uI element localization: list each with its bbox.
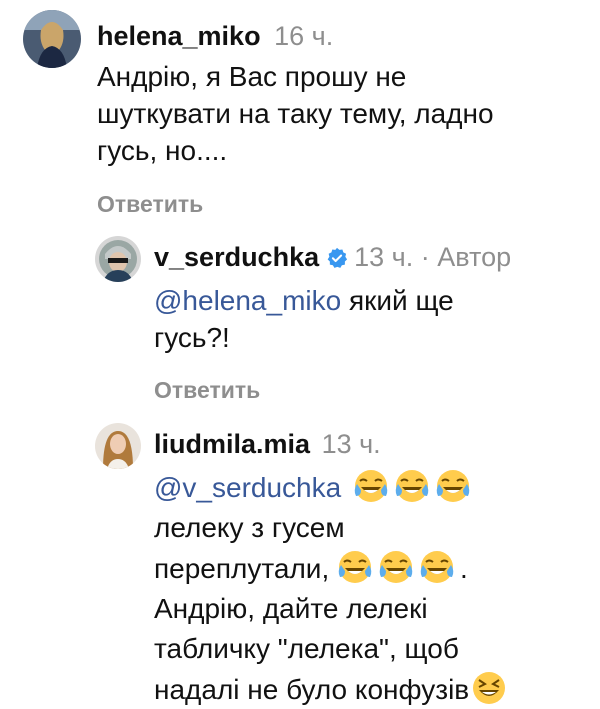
comment-header: v_serduchka 13 ч. · Автор (154, 241, 511, 273)
username[interactable]: helena_miko (97, 21, 261, 51)
username[interactable]: v_serduchka (154, 242, 319, 272)
username[interactable]: liudmila.mia (154, 429, 310, 459)
reply-button[interactable]: Ответить (97, 190, 203, 218)
face-with-tears-of-joy-emoji (337, 549, 373, 585)
grinning-squinting-face-emoji (471, 670, 507, 706)
comment-text: @v_serduchka лелеку з гусем переплутали,… (154, 468, 594, 708)
comment-text: @helena_miko який ще гусь?! (154, 285, 454, 353)
text-line-2: лелеку з гусем (154, 512, 345, 543)
author-badge: Автор (437, 242, 512, 272)
comment-header: liudmila.mia 13 ч. (154, 428, 381, 460)
face-with-tears-of-joy-emoji (435, 468, 471, 504)
separator: · (420, 242, 430, 272)
text-line-3: переплутали, . (154, 549, 594, 587)
avatar-liudmila[interactable] (95, 423, 141, 469)
face-with-tears-of-joy-emoji (419, 549, 455, 585)
timestamp: 13 ч. (354, 242, 414, 272)
reply-button[interactable]: Ответить (154, 376, 260, 404)
comment-text: Андрію, я Вас прошу не шуткувати на таку… (97, 61, 494, 166)
comment-header: helena_miko 16 ч. (97, 20, 333, 52)
face-with-tears-of-joy-emoji (378, 549, 414, 585)
verified-badge-icon (327, 247, 348, 268)
avatar-serduchka[interactable] (95, 236, 141, 282)
mention-link[interactable]: @v_serduchka (154, 472, 341, 503)
timestamp: 16 ч. (274, 21, 334, 51)
text-line-5: табличку "лелека", щоб (154, 633, 459, 664)
mention-link[interactable]: @helena_miko (154, 285, 341, 316)
text-line-6: надалі не було конфузів (154, 670, 594, 708)
text-line-1: @v_serduchka (154, 468, 594, 506)
timestamp: 13 ч. (321, 429, 381, 459)
face-with-tears-of-joy-emoji (394, 468, 430, 504)
face-with-tears-of-joy-emoji (353, 468, 389, 504)
text-line-4: Андрію, дайте лелекі (154, 593, 428, 624)
avatar-helena[interactable] (23, 10, 81, 68)
